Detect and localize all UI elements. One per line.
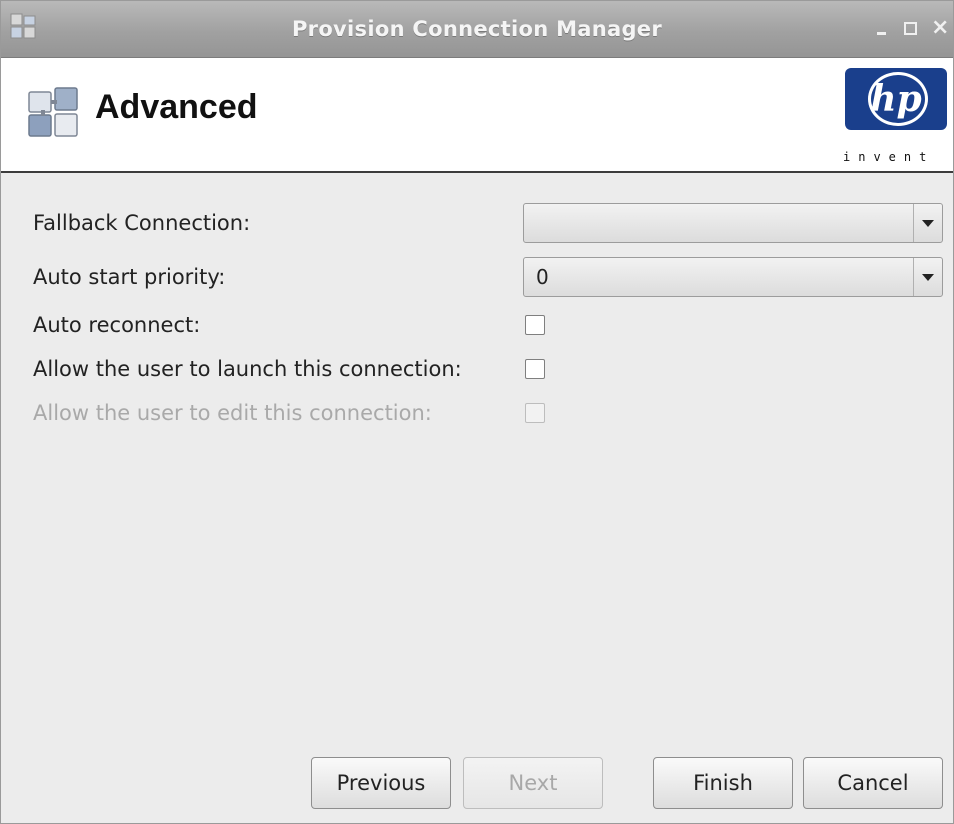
allow-launch-label: Allow the user to launch this connection… bbox=[33, 357, 462, 381]
page-title: Advanced bbox=[95, 88, 258, 126]
hp-badge: hp bbox=[845, 68, 947, 130]
auto-reconnect-row: Auto reconnect: bbox=[33, 305, 200, 345]
allow-launch-row: Allow the user to launch this connection… bbox=[33, 349, 462, 389]
wizard-header: Advanced hp invent bbox=[1, 58, 953, 173]
auto-start-priority-select[interactable]: 0 bbox=[523, 257, 943, 297]
auto-reconnect-label: Auto reconnect: bbox=[33, 313, 201, 337]
hp-circle bbox=[868, 72, 928, 126]
allow-edit-label: Allow the user to edit this connection: bbox=[33, 401, 432, 425]
window-controls: × bbox=[875, 17, 949, 39]
finish-button[interactable]: Finish bbox=[653, 757, 793, 809]
allow-launch-checkbox[interactable] bbox=[525, 359, 545, 379]
allow-edit-row: Allow the user to edit this connection: bbox=[33, 393, 432, 433]
allow-edit-checkbox bbox=[525, 403, 545, 423]
cancel-button[interactable]: Cancel bbox=[803, 757, 943, 809]
auto-start-priority-row: Auto start priority: bbox=[33, 257, 225, 297]
chevron-down-icon[interactable] bbox=[913, 204, 942, 242]
previous-button[interactable]: Previous bbox=[311, 757, 451, 809]
fallback-connection-label: Fallback Connection: bbox=[33, 211, 251, 235]
minimize-icon[interactable] bbox=[875, 20, 889, 36]
close-icon[interactable]: × bbox=[931, 17, 949, 39]
next-button: Next bbox=[463, 757, 603, 809]
window-title: Provision Connection Manager bbox=[291, 17, 663, 41]
auto-start-priority-label: Auto start priority: bbox=[33, 265, 226, 289]
provision-connection-manager-window: Provision Connection Manager × Advanced … bbox=[0, 0, 954, 824]
fallback-connection-row: Fallback Connection: bbox=[33, 203, 250, 243]
title-bar[interactable]: Provision Connection Manager × bbox=[1, 1, 953, 58]
auto-start-priority-value: 0 bbox=[536, 265, 549, 289]
hp-invent-logo: hp invent bbox=[841, 68, 953, 168]
chevron-down-icon[interactable] bbox=[913, 258, 942, 296]
hp-tagline: invent bbox=[843, 150, 935, 164]
fallback-connection-select[interactable] bbox=[523, 203, 943, 243]
auto-reconnect-checkbox[interactable] bbox=[525, 315, 545, 335]
maximize-icon[interactable] bbox=[903, 20, 917, 36]
advanced-settings-icon bbox=[28, 87, 78, 137]
